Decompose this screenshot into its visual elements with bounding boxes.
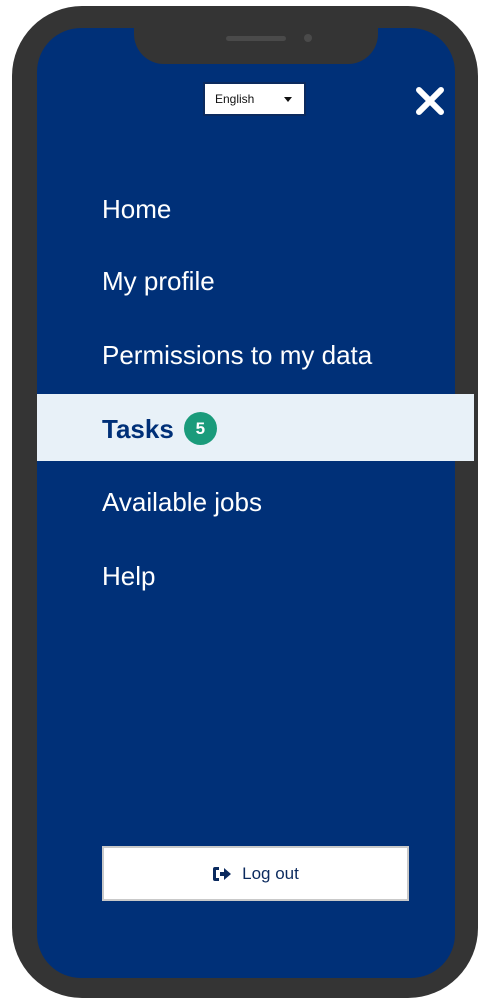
nav-item-my-profile[interactable]: My profile (102, 266, 215, 296)
close-icon (416, 87, 444, 115)
chevron-down-icon (284, 97, 292, 102)
nav-item-label: My profile (102, 266, 215, 296)
camera-icon (304, 34, 312, 42)
phone-notch (134, 6, 378, 64)
nav-item-help[interactable]: Help (102, 561, 155, 591)
language-select-value: English (215, 92, 255, 106)
tasks-count-badge: 5 (183, 412, 217, 445)
logout-button[interactable]: Log out (102, 846, 409, 901)
nav-item-available-jobs[interactable]: Available jobs (102, 487, 262, 517)
logout-label: Log out (242, 863, 299, 883)
nav-item-label: Tasks (102, 413, 174, 444)
nav-item-home[interactable]: Home (102, 194, 171, 224)
nav-item-label: Help (102, 561, 156, 591)
nav-item-label: Permissions to my data (102, 340, 373, 370)
speaker-icon (226, 36, 286, 41)
nav-item-tasks[interactable]: Tasks 5 (102, 412, 217, 445)
nav-item-label: Home (102, 194, 172, 224)
language-select[interactable]: English (203, 82, 306, 116)
nav-item-label: Available jobs (102, 487, 262, 517)
logout-icon (213, 866, 232, 881)
close-menu-button[interactable] (414, 86, 446, 116)
nav-item-permissions[interactable]: Permissions to my data (102, 340, 372, 370)
